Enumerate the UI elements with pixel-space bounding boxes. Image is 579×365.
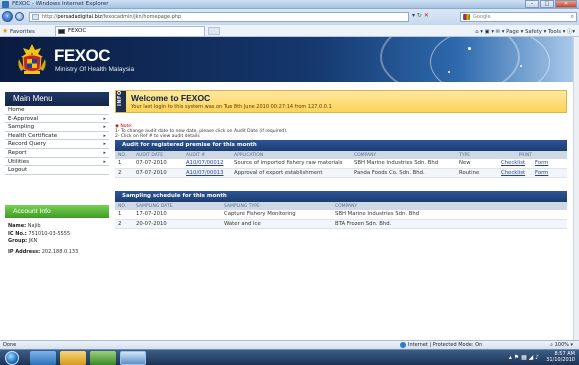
menu-item-home[interactable]: Home — [5, 106, 109, 115]
account-group: Group: JKN — [8, 238, 38, 244]
tab-favicon — [58, 29, 65, 34]
table-header: NO. SAMPLING DATE SAMPLING TYPE COMPANY — [115, 202, 567, 210]
welcome-title: Welcome to FEXOC — [131, 93, 211, 103]
account-ip: IP Address: 202.188.0.133 — [8, 248, 79, 255]
menu-item-report[interactable]: Report ▸ — [5, 148, 109, 158]
page-content: FEXOC Ministry Of Health Malaysia Main M… — [0, 37, 573, 357]
header-banner: FEXOC Ministry Of Health Malaysia — [0, 37, 573, 82]
notes: ◉ Note: 1- To change audit date to new d… — [115, 124, 288, 139]
table-header: NO. AUDIT DATE AUDIT # APPLICATION COMPA… — [115, 151, 567, 159]
forward-button[interactable]: › — [15, 12, 24, 21]
table-row: 1 07-07-2010 A10/07/00012 Source of impo… — [115, 159, 567, 169]
table-row: 2 07-07-2010 A10/07/00013 Approval of ex… — [115, 168, 567, 178]
table-row: 1 17-07-2010 Capture Fishery Monitoring … — [115, 210, 567, 220]
menu-item-logout[interactable]: Logout — [5, 166, 109, 175]
main-menu: Main Menu Home E-Approval ▸ Sampling ▸ Hea… — [5, 92, 109, 175]
globe-icon — [400, 341, 406, 348]
malaysia-crest-logo — [18, 44, 46, 74]
sampling-panel: Sampling schedule for this month NO. SAM… — [115, 191, 567, 229]
menu-item-e-approval[interactable]: E-Approval ▸ — [5, 114, 109, 124]
account-name: Name: Najib — [8, 223, 41, 229]
audit-panel-title: Audit for registered premise for this mo… — [115, 140, 567, 151]
checklist-link[interactable]: Checklist — [498, 159, 532, 169]
magnifier-icon: ⌕ — [550, 342, 553, 348]
chevron-right-icon: ▸ — [103, 141, 106, 148]
chevron-right-icon: ▸ — [103, 132, 106, 139]
zoom-level[interactable]: ⌕ 100% ▾ — [550, 341, 573, 349]
audit-ref-link[interactable]: A10/07/00012 — [183, 159, 231, 169]
window-titlebar: FEXOC - Windows Internet Explorer – □ ✕ — [0, 0, 579, 9]
media-taskbar-icon[interactable] — [90, 351, 116, 365]
menu-item-health-certificate[interactable]: Health Certificate ▸ — [5, 131, 109, 141]
form-link[interactable]: Form — [532, 159, 567, 169]
new-tab-button[interactable] — [208, 27, 220, 35]
chevron-right-icon: ▸ — [103, 149, 106, 156]
chevron-right-icon: ▸ — [103, 124, 106, 131]
explorer-taskbar-icon[interactable] — [60, 351, 86, 365]
welcome-box: INFO Welcome to FEXOC Your last login to… — [115, 90, 567, 113]
account-ic: IC No.: 751010-03-5555 — [8, 230, 71, 237]
minimize-button[interactable]: – — [525, 0, 539, 8]
address-toolbar: ‹ › http://persadadigital.biz/fexocadmin… — [0, 9, 579, 25]
window-title: FEXOC - Windows Internet Explorer — [12, 1, 109, 7]
ie-icon — [2, 1, 9, 8]
command-bar[interactable]: ⌂ ▾ ▣ ▾ ✉ ▾ Page ▾ Safety ▾ Tools ▾ ⓘ▾ — [475, 27, 575, 35]
menu-item-sampling[interactable]: Sampling ▸ — [5, 123, 109, 132]
close-button[interactable]: ✕ — [555, 0, 577, 8]
address-input[interactable]: http://persadadigital.biz/fexocadmin/jkn… — [29, 12, 409, 22]
search-input[interactable]: Google ⌕ — [460, 12, 577, 22]
address-buttons[interactable]: ▾ ↻ ✕ — [412, 12, 429, 19]
checklist-link[interactable]: Checklist — [498, 168, 532, 178]
taskbar: ▴ ⚑ ▦ ◢ ♪ 8:57 AM 31/10/2010 — [0, 349, 579, 365]
account-info-title: Account Info — [5, 205, 109, 218]
sampling-table: NO. SAMPLING DATE SAMPLING TYPE COMPANY … — [115, 202, 567, 229]
table-row: 2 20-07-2010 Water and Ice BTA Frozen Sd… — [115, 219, 567, 229]
chevron-right-icon: ▸ — [103, 115, 106, 122]
page-icon — [32, 14, 39, 20]
favorites-button[interactable]: ★ Favorites — [2, 27, 35, 35]
active-window-taskbar-icon[interactable] — [120, 351, 146, 365]
menu-item-record-query[interactable]: Record Query ▸ — [5, 140, 109, 149]
audit-table: NO. AUDIT DATE AUDIT # APPLICATION COMPA… — [115, 151, 567, 178]
tray-icons[interactable]: ▴ ⚑ ▦ ◢ ♪ — [509, 354, 539, 361]
vertical-scrollbar[interactable] — [573, 37, 579, 357]
clock[interactable]: 8:57 AM 31/10/2010 — [546, 351, 575, 363]
status-bar: Done Internet | Protected Mode: On ⌕ 100… — [0, 340, 579, 349]
last-login-text: Your last login to this system was on Tu… — [131, 104, 332, 110]
favorites-bar: ★ Favorites FEXOC ⌂ ▾ ▣ ▾ ✉ ▾ Page ▾ Saf… — [0, 25, 579, 37]
main-menu-title: Main Menu — [5, 92, 109, 106]
audit-panel: Audit for registered premise for this mo… — [115, 140, 567, 178]
start-button[interactable] — [5, 351, 19, 365]
menu-item-utilities[interactable]: Utilities ▸ — [5, 157, 109, 167]
sampling-panel-title: Sampling schedule for this month — [115, 191, 567, 202]
brand-title: FEXOC — [54, 46, 111, 65]
ie-taskbar-icon[interactable] — [30, 351, 56, 365]
chevron-right-icon: ▸ — [103, 158, 106, 165]
audit-ref-link[interactable]: A10/07/00013 — [183, 168, 231, 178]
account-info-panel: Account Info Name: Najib IC No.: 751010-… — [5, 205, 109, 261]
maximize-button[interactable]: □ — [540, 0, 554, 8]
google-icon — [463, 14, 470, 20]
star-icon: ★ — [2, 27, 9, 35]
back-button[interactable]: ‹ — [2, 11, 13, 22]
form-link[interactable]: Form — [532, 168, 567, 178]
status-text: Done — [3, 342, 17, 348]
info-tab: INFO — [116, 90, 126, 112]
brand-subtitle: Ministry Of Health Malaysia — [55, 66, 135, 73]
note-line: 2- Click on Ref # to view audit details — [115, 134, 200, 139]
search-icon[interactable]: ⌕ — [571, 13, 574, 21]
security-zone: Internet | Protected Mode: On — [400, 341, 482, 349]
tab-fexoc[interactable]: FEXOC — [55, 26, 205, 36]
